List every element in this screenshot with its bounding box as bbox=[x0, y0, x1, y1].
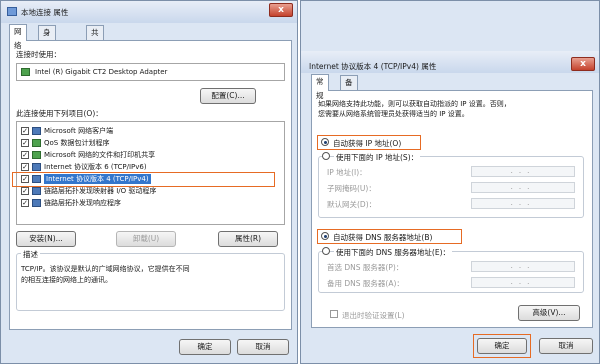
ipv4-highlight-box bbox=[12, 172, 275, 187]
uninstall-button[interactable]: 卸载(U) bbox=[116, 231, 176, 247]
install-button[interactable]: 安装(N)... bbox=[16, 231, 76, 247]
close-button[interactable]: x bbox=[269, 3, 293, 17]
preferred-dns-label: 首选 DNS 服务器(P)： bbox=[327, 263, 404, 272]
service-icon bbox=[32, 139, 41, 147]
close-button[interactable]: x bbox=[571, 57, 595, 71]
description-text-line-1: TCP/IP。该协议是默认的广域网络协议，它提供在不同 bbox=[21, 265, 190, 273]
protocol-icon bbox=[32, 199, 41, 207]
checkbox[interactable]: ✓ bbox=[21, 127, 29, 135]
list-item[interactable]: ✓ Microsoft 网络的文件和打印机共享 bbox=[21, 150, 271, 161]
ip-address-label: IP 地址(I)： bbox=[327, 168, 367, 177]
manual-dns-radio[interactable] bbox=[322, 247, 330, 255]
manual-ip-label: 使用下面的 IP 地址(S)： bbox=[334, 152, 421, 163]
checkbox[interactable]: ✓ bbox=[21, 163, 29, 171]
dialog-title: Internet 协议版本 4 (TCP/IPv4) 属性 bbox=[309, 62, 437, 71]
description-group: 描述 TCP/IP。该协议是默认的广域网络协议，它提供在不同 的相互连接的网络上… bbox=[16, 249, 285, 311]
client-icon bbox=[32, 127, 41, 135]
intro-text-line-2: 您需要从网络系统管理员处获得适当的 IP 设置。 bbox=[318, 110, 469, 118]
ip-address-field[interactable]: ... bbox=[471, 166, 575, 177]
list-item[interactable]: ✓ 链路层拓扑发现映射器 I/O 驱动程序 bbox=[21, 186, 271, 197]
protocol-icon bbox=[32, 187, 41, 195]
tab-alternate-configuration[interactable]: 备用配置 bbox=[340, 75, 358, 129]
configure-button[interactable]: 配置(C)... bbox=[200, 88, 256, 104]
adapter-field: Intel (R) Gigabit CT2 Desktop Adapter bbox=[16, 63, 285, 81]
general-tab-panel: 如果网络支持此功能，则可以获取自动指派的 IP 设置。否则， 您需要从网络系统管… bbox=[311, 90, 593, 328]
title-bar: 本地连接 属性 x bbox=[1, 1, 297, 23]
intro-text-line-1: 如果网络支持此功能，则可以获取自动指派的 IP 设置。否则， bbox=[318, 100, 511, 108]
checkbox[interactable]: ✓ bbox=[21, 151, 29, 159]
list-item[interactable]: ✓ Microsoft 网络客户端 bbox=[21, 126, 271, 137]
network-icon bbox=[7, 7, 17, 16]
dialog-title: 本地连接 属性 bbox=[21, 8, 69, 17]
cancel-button[interactable]: 取消 bbox=[539, 338, 593, 354]
alternate-dns-label: 备用 DNS 服务器(A)： bbox=[327, 279, 404, 288]
manual-ip-group: 使用下面的 IP 地址(S)： IP 地址(I)： ... 子网掩码(U)： .… bbox=[318, 152, 584, 218]
manual-ip-radio[interactable] bbox=[322, 152, 330, 160]
ipv4-properties-dialog: Internet 协议版本 4 (TCP/IPv4) 属性 x 常规 备用配置 … bbox=[300, 0, 600, 364]
auto-ip-label: 自动获得 IP 地址(O) bbox=[333, 139, 402, 148]
ok-button[interactable]: 确定 bbox=[477, 338, 527, 354]
adapter-icon bbox=[21, 68, 30, 76]
gateway-field[interactable]: ... bbox=[471, 198, 575, 209]
list-item[interactable]: ✓ 链路层拓扑发现响应程序 bbox=[21, 198, 271, 209]
validate-on-exit-label: 退出时验证设置(L) bbox=[342, 311, 405, 320]
checkbox[interactable]: ✓ bbox=[21, 199, 29, 207]
protocol-icon bbox=[32, 163, 41, 171]
checkbox[interactable]: ✓ bbox=[21, 187, 29, 195]
preferred-dns-field[interactable]: ... bbox=[471, 261, 575, 272]
gateway-label: 默认网关(D)： bbox=[327, 200, 377, 209]
tab-general[interactable]: 常规 bbox=[311, 74, 329, 100]
description-text-line-2: 的相互连接的网络上的通讯。 bbox=[21, 276, 112, 284]
auto-dns-radio[interactable] bbox=[321, 232, 329, 240]
auto-ip-radio[interactable] bbox=[321, 138, 329, 146]
auto-dns-label: 自动获得 DNS 服务器地址(B) bbox=[333, 233, 433, 242]
properties-button[interactable]: 属性(R) bbox=[218, 231, 278, 247]
advanced-button[interactable]: 高级(V)... bbox=[518, 305, 580, 321]
tab-sharing[interactable]: 共享 bbox=[86, 25, 104, 51]
local-connection-properties-dialog: 本地连接 属性 x 网络 身份验证 共享 连接时使用： Intel (R) Gi… bbox=[0, 0, 298, 364]
tab-network[interactable]: 网络 bbox=[9, 24, 27, 50]
ok-button[interactable]: 确定 bbox=[179, 339, 231, 355]
adapter-name: Intel (R) Gigabit CT2 Desktop Adapter bbox=[35, 68, 168, 76]
tab-authentication[interactable]: 身份验证 bbox=[38, 25, 56, 79]
connect-using-label: 连接时使用： bbox=[16, 50, 61, 59]
components-list[interactable]: ✓ Microsoft 网络客户端 ✓ QoS 数据包计划程序 ✓ Micros… bbox=[12, 121, 285, 225]
alternate-dns-field[interactable]: ... bbox=[471, 277, 575, 288]
subnet-mask-label: 子网掩码(U)： bbox=[327, 184, 376, 193]
network-tab-panel: 连接时使用： Intel (R) Gigabit CT2 Desktop Ada… bbox=[9, 40, 292, 330]
service-icon bbox=[32, 151, 41, 159]
description-label: 描述 bbox=[21, 249, 40, 260]
checkbox[interactable]: ✓ bbox=[21, 139, 29, 147]
manual-dns-label: 使用下面的 DNS 服务器地址(E)： bbox=[334, 247, 453, 258]
validate-on-exit-checkbox[interactable] bbox=[330, 310, 338, 318]
cancel-button[interactable]: 取消 bbox=[237, 339, 289, 355]
subnet-mask-field[interactable]: ... bbox=[471, 182, 575, 193]
items-label: 此连接使用下列项目(O)： bbox=[16, 109, 103, 118]
manual-dns-group: 使用下面的 DNS 服务器地址(E)： 首选 DNS 服务器(P)： ... 备… bbox=[318, 247, 584, 293]
list-item[interactable]: ✓ QoS 数据包计划程序 bbox=[21, 138, 271, 149]
